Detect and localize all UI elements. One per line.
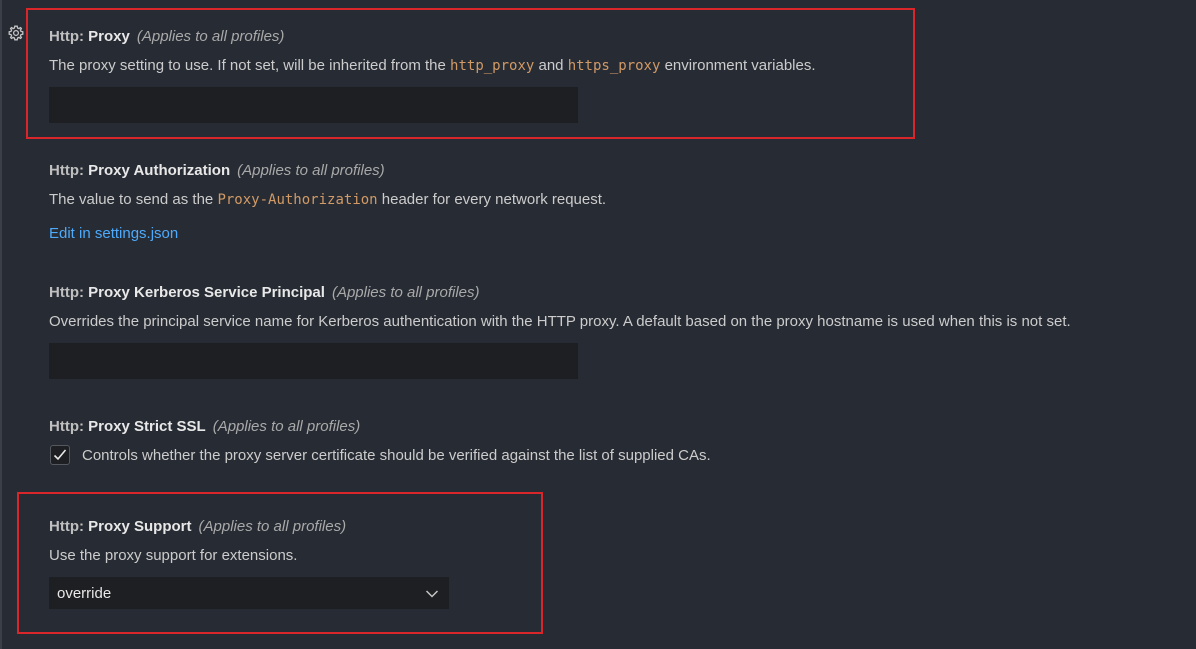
strict-ssl-checkbox-label[interactable]: Controls whether the proxy server certif… [82, 447, 711, 465]
strict-ssl-checkbox[interactable] [50, 445, 70, 465]
setting-name: Proxy Authorization [88, 162, 231, 179]
setting-category: Http: [49, 162, 89, 179]
highlight-box-proxy-support [17, 492, 543, 634]
settings-page: Http: Proxy (Applies to all profiles) The… [0, 0, 1196, 649]
setting-description: The value to send as the Proxy-Authoriza… [49, 191, 606, 209]
setting-scope: (Applies to all profiles) [331, 284, 480, 301]
highlight-box-proxy [26, 8, 915, 139]
setting-scope: (Applies to all profiles) [237, 162, 385, 179]
setting-proxy-authorization: Http: Proxy Authorization (Applies to all… [49, 162, 606, 209]
setting-scope: (Applies to all profiles) [212, 418, 361, 435]
setting-category: Http: [49, 418, 89, 435]
check-icon [53, 449, 67, 461]
code-proxy-authorization: Proxy-Authorization [217, 192, 378, 208]
setting-title: Http: Proxy Authorization (Applies to all… [49, 162, 606, 180]
left-divider [0, 0, 2, 649]
edit-in-settings-json-link[interactable]: Edit in settings.json [49, 225, 178, 243]
setting-title: Http: Proxy Kerberos Service Principal (A… [49, 284, 1071, 302]
setting-description: Overrides the principal service name for… [49, 313, 1071, 330]
setting-proxy-strict-ssl: Http: Proxy Strict SSL (Applies to all pr… [49, 418, 360, 436]
kerberos-principal-input[interactable] [49, 343, 578, 379]
setting-category: Http: [49, 284, 89, 301]
gear-icon[interactable] [7, 24, 25, 42]
description-text: The value to send as the [49, 191, 218, 208]
setting-proxy-kerberos-service-principal: Http: Proxy Kerberos Service Principal (A… [49, 284, 1071, 331]
setting-title: Http: Proxy Strict SSL (Applies to all pr… [49, 418, 360, 436]
setting-name: Proxy Kerberos Service Principal [88, 284, 325, 301]
description-text: header for every network request. [377, 191, 607, 208]
setting-name: Proxy Strict SSL [88, 418, 206, 435]
